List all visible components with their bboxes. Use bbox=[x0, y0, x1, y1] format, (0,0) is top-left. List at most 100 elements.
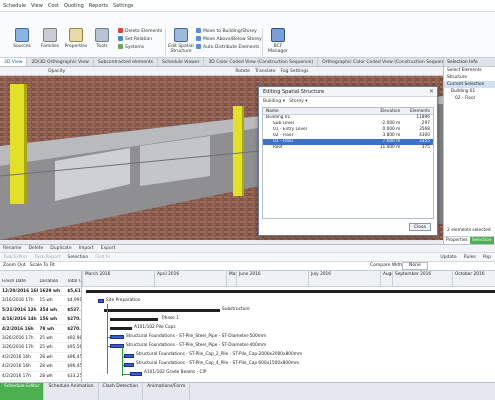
sources-button[interactable]: Sources bbox=[8, 28, 36, 49]
compare-with-select[interactable]: None bbox=[402, 262, 428, 270]
table-row[interactable]: 12/20/2016 16h1629 wh $5,611 bbox=[0, 287, 81, 297]
menu-item-schedule[interactable]: Schedule bbox=[3, 3, 26, 9]
rotate-button[interactable]: Rotate bbox=[235, 69, 250, 74]
row-duration: 25 wh bbox=[39, 335, 53, 341]
view-tabs: 3D View 2D/3D Orthographic View Subcontr… bbox=[0, 58, 456, 67]
bcf-icon bbox=[271, 28, 285, 42]
selection-dropdown[interactable]: Selection bbox=[68, 255, 89, 260]
tab-schedule-viewer[interactable]: Schedule Viewer bbox=[158, 58, 205, 66]
select-elements-button[interactable]: Select Elements bbox=[444, 67, 495, 74]
bottom-tabs: Schedule Editor Schedule Animation Clash… bbox=[0, 382, 495, 400]
gantt-chart[interactable]: March 2016 April 2016 May 2016 June 2016… bbox=[82, 271, 495, 383]
gantt-bar[interactable] bbox=[130, 372, 142, 376]
row-total-cost: $537.2 bbox=[67, 307, 81, 313]
tree-item-building[interactable]: Building 01 bbox=[444, 88, 495, 95]
zoom-out-button[interactable]: Zoom Out bbox=[3, 263, 26, 268]
table-row[interactable]: 4/2/2016 16h 28 wh $96,45 bbox=[0, 353, 81, 363]
tab-animations-form[interactable]: Animations/Form bbox=[143, 383, 191, 400]
edit-spatial-structure-button[interactable]: Edit Spatial Structure bbox=[168, 28, 194, 54]
table-row[interactable]: 4/2/2016 17h 28 wh $33,25 bbox=[0, 372, 81, 381]
table-row[interactable]: 4/16/2016 14h156 wh $270.9 bbox=[0, 315, 81, 325]
table-row[interactable]: 3/16/2016 17h 15 wh $4,991 bbox=[0, 296, 81, 306]
storey-dropdown[interactable]: Storey bbox=[289, 99, 304, 104]
tab-properties[interactable]: Properties bbox=[444, 237, 470, 244]
row-total-cost: $270.9 bbox=[67, 326, 81, 332]
gantt-bar[interactable] bbox=[124, 354, 134, 358]
tab-ortho-color-coded[interactable]: Orthographic Color Coded View (Construct… bbox=[318, 58, 456, 66]
gantt-summary-bar[interactable] bbox=[110, 327, 132, 330]
month-header: September 2016 bbox=[392, 271, 452, 287]
menu-item-cost[interactable]: Cost bbox=[48, 3, 59, 9]
duplicate-button[interactable]: Duplicate bbox=[50, 246, 71, 251]
delete-button[interactable]: Delete bbox=[28, 246, 43, 251]
systems-button[interactable]: Systems bbox=[118, 44, 144, 51]
tab-schedule-animation[interactable]: Schedule Animation bbox=[44, 383, 99, 400]
row-total-cost: $96,45 bbox=[67, 364, 81, 370]
close-icon[interactable]: ✕ bbox=[429, 87, 434, 97]
scale-to-fit-button[interactable]: Scale To Fit bbox=[30, 263, 55, 268]
opacity-button[interactable]: Opacity bbox=[48, 69, 65, 74]
pop-button[interactable]: Pop bbox=[483, 255, 491, 260]
find-in-dropdown[interactable]: Find In bbox=[95, 255, 110, 260]
update-button[interactable]: Update bbox=[440, 255, 456, 260]
delete-elements-button[interactable]: Delete Elements bbox=[118, 28, 162, 35]
col-duration[interactable]: Duration bbox=[38, 279, 66, 286]
tab-3d-view[interactable]: 3D View bbox=[0, 58, 28, 66]
col-elevation[interactable]: Elevation bbox=[368, 108, 404, 114]
tab-subcontracted[interactable]: Subcontracted elements bbox=[94, 58, 159, 66]
month-header: July 2016 bbox=[308, 271, 380, 287]
col-total-cost[interactable]: Total Cost bbox=[65, 279, 81, 286]
tree-item-current-selection[interactable]: Current Selection bbox=[444, 81, 495, 88]
task-editor-button[interactable]: Task Editor bbox=[3, 255, 27, 260]
tab-orthographic-view[interactable]: 2D/3D Orthographic View bbox=[27, 58, 94, 66]
properties-label: Properties bbox=[64, 44, 88, 49]
delete-icon bbox=[118, 28, 123, 33]
task-report-button[interactable]: Task Report bbox=[34, 255, 60, 260]
gantt-bar[interactable] bbox=[110, 335, 124, 339]
import-button[interactable]: Import bbox=[79, 246, 94, 251]
tools-button[interactable]: Tools bbox=[88, 28, 116, 49]
table-row[interactable]: 3/26/2016 17h 25 wh $95,56 bbox=[0, 343, 81, 353]
auto-distribute-button[interactable]: Auto Distribute Elements bbox=[196, 44, 259, 51]
menu-item-view[interactable]: View bbox=[31, 3, 43, 9]
menu-item-reports[interactable]: Reports bbox=[89, 3, 108, 9]
export-button[interactable]: Export bbox=[101, 246, 116, 251]
col-elements[interactable]: Elements bbox=[403, 108, 433, 114]
bcf-manager-button[interactable]: BCF Manager bbox=[266, 28, 290, 54]
gantt-bar[interactable] bbox=[124, 363, 134, 367]
col-finish-date[interactable]: Finish Date bbox=[0, 279, 38, 286]
gantt-summary-bar[interactable] bbox=[110, 318, 158, 321]
rules-button[interactable]: Rules bbox=[464, 255, 476, 260]
move-above-below-button[interactable]: Move Above/Below Storey bbox=[196, 36, 262, 43]
tab-clash-detection[interactable]: Clash Detection bbox=[99, 383, 144, 400]
set-relation-button[interactable]: Set Relation bbox=[118, 36, 152, 43]
move-to-building-button[interactable]: Move to Building/Storey bbox=[196, 28, 257, 35]
gantt-summary-bar[interactable] bbox=[104, 309, 220, 312]
properties-button[interactable]: Properties bbox=[62, 28, 90, 49]
families-button[interactable]: Families bbox=[36, 28, 64, 49]
tab-schedule-editor[interactable]: Schedule Editor bbox=[0, 383, 45, 400]
table-row[interactable]: 4/2/2016 16h 28 wh $96,45 bbox=[0, 362, 81, 372]
move-above-label: Move Above/Below Storey bbox=[203, 37, 262, 42]
fog-settings-button[interactable]: Fog Settings bbox=[280, 69, 308, 74]
row-duration: 28 wh bbox=[39, 373, 53, 379]
col-name[interactable]: Name bbox=[263, 108, 368, 114]
close-button[interactable]: Close bbox=[409, 223, 431, 231]
table-row[interactable]: Roof 11.400 m 375 bbox=[263, 145, 433, 151]
move-icon bbox=[196, 28, 201, 33]
row-finish-date: 4/2/2016 17h bbox=[2, 373, 31, 379]
table-row[interactable]: 5/21/2016 12h354 wh $537.2 bbox=[0, 306, 81, 316]
gantt-summary-bar[interactable] bbox=[86, 290, 495, 293]
spatial-structure-icon bbox=[174, 28, 188, 42]
table-row[interactable]: 3/26/2016 17h 25 wh $92,98 bbox=[0, 334, 81, 344]
translate-button[interactable]: Translate bbox=[255, 69, 275, 74]
rename-button[interactable]: Rename bbox=[3, 246, 21, 251]
tree-item-floor[interactable]: 02 - Floor bbox=[444, 95, 495, 102]
building-dropdown[interactable]: Building bbox=[263, 99, 281, 104]
tab-3d-color-coded[interactable]: 3D Color Coded View (Construction Sequen… bbox=[204, 58, 319, 66]
menu-item-quoting[interactable]: Quoting bbox=[64, 3, 84, 9]
table-row[interactable]: 4/2/2016 16h 78 wh $270.9 bbox=[0, 325, 81, 334]
tab-selection[interactable]: Selection bbox=[469, 237, 494, 244]
menu-item-settings[interactable]: Settings bbox=[113, 3, 134, 9]
gantt-bar[interactable] bbox=[98, 299, 104, 303]
